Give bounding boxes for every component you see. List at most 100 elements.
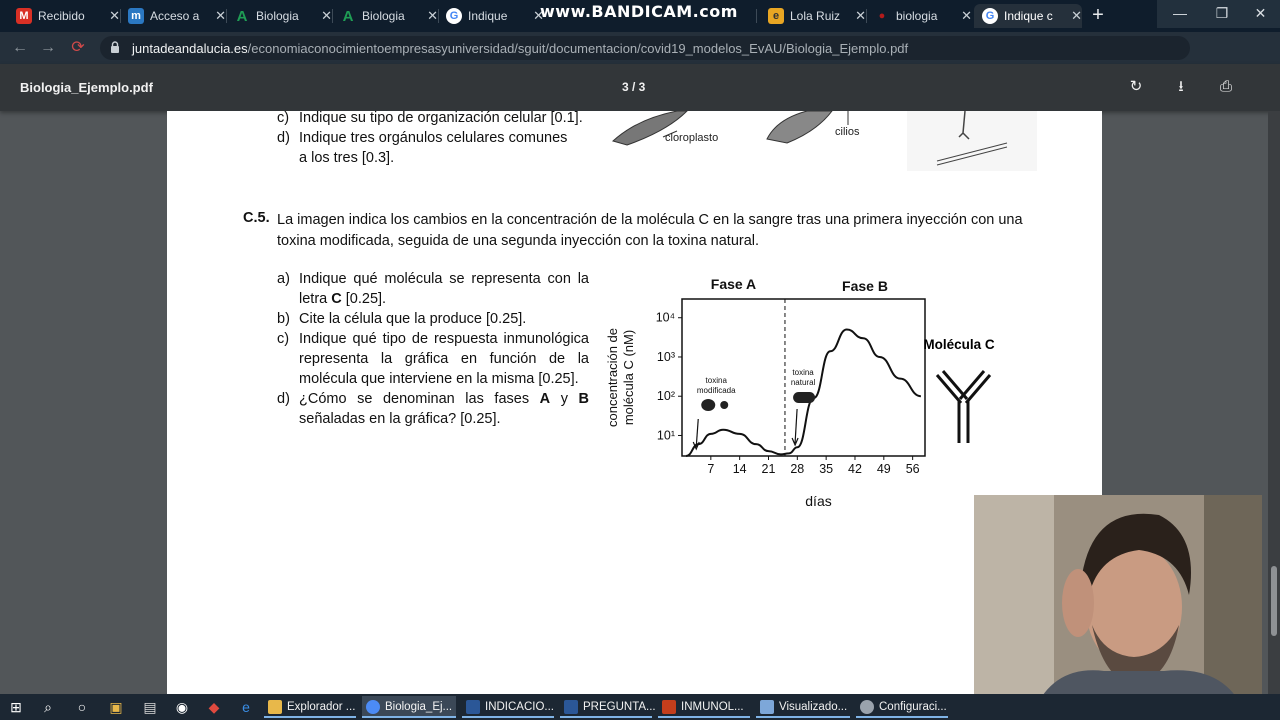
tab-label: biologia	[896, 9, 938, 23]
app-icon[interactable]: ◆	[204, 698, 224, 716]
y-tick-label: 10³	[657, 350, 675, 364]
browser-tab-bar: M Recibido ✕ m Acceso a ✕ A Biologia ✕ A…	[0, 0, 1280, 32]
start-icon[interactable]: ⊞	[6, 698, 26, 716]
tab-label: Lola Ruiz	[790, 9, 841, 23]
tab-label: Biologia	[256, 9, 299, 23]
taskbar-item-viewer[interactable]: Visualizado...	[756, 696, 850, 718]
download-icon[interactable]: ⭳	[1171, 77, 1191, 97]
cell-illustrations: cloroplasto cilios	[612, 111, 1037, 171]
back-icon[interactable]: ←	[10, 38, 30, 58]
immune-response-figure: 7 14 21 28 35 42 49 56 10¹ 10² 10³ 10⁴ Fase A Fase B c…	[605, 276, 995, 509]
close-icon[interactable]: ✕	[321, 8, 332, 24]
close-icon[interactable]: ✕	[1071, 8, 1082, 24]
google-icon: G	[446, 8, 462, 24]
x-tick-label: 56	[906, 462, 920, 476]
antibody-diagram: Molécula C	[923, 337, 995, 443]
subquestion-b: b) Cite la célula que la produce [0.25].	[277, 309, 597, 329]
x-tick-label: 35	[819, 462, 833, 476]
new-tab-button[interactable]: +	[1086, 4, 1110, 28]
cortana-icon[interactable]: ○	[72, 698, 92, 716]
web-icon: e	[768, 8, 784, 24]
taskbar-item-settings[interactable]: Configuraci...	[856, 696, 948, 718]
tab-biologia-2[interactable]: A Biologia ✕	[332, 4, 438, 28]
item-text: Indique su tipo de organización celular …	[299, 110, 583, 126]
edge-icon[interactable]: e	[236, 698, 256, 716]
taskbar-item-word-2[interactable]: PREGUNTA...	[560, 696, 656, 718]
injection-arrow-1	[695, 418, 699, 448]
x-tick-label: 42	[848, 462, 862, 476]
close-icon[interactable]: ✕	[427, 8, 438, 24]
x-tick-label: 14	[733, 462, 747, 476]
toxin-modified-icon	[720, 401, 729, 409]
prev-question: c) Indique su tipo de organización celul…	[277, 108, 597, 168]
annotation-toxina-natural-line2: natural	[791, 378, 816, 387]
url-domain: juntadeandalucia.es	[132, 41, 248, 56]
close-icon[interactable]: ✕	[961, 8, 972, 24]
pdf-page: c) Indique su tipo de organización celul…	[167, 108, 1102, 696]
item-label: c)	[277, 331, 290, 347]
y-tick-label: 10²	[657, 389, 675, 403]
tab-label: Recibido	[38, 9, 85, 23]
page-indicator: 3 / 3	[622, 80, 646, 94]
maximize-button[interactable]: ❐	[1199, 0, 1245, 28]
tab-indique-active[interactable]: G Indique c ✕	[974, 4, 1082, 28]
scrollbar[interactable]	[1268, 111, 1280, 696]
tab-recibido[interactable]: M Recibido ✕	[8, 4, 120, 28]
taskbar-item-word-1[interactable]: INDICACIO...	[462, 696, 554, 718]
subquestion-c: c) Indique qué tipo de respuesta inmunol…	[277, 329, 597, 389]
y-tick-label: 10¹	[657, 428, 675, 442]
gmail-icon: M	[16, 8, 32, 24]
line-chart: 7 14 21 28 35 42 49 56 10¹ 10² 10³ 10⁴ Fase A Fase B c…	[605, 276, 926, 509]
webcam-video-frame	[974, 495, 1262, 711]
tab-label: Indique c	[1004, 9, 1053, 23]
item-label: c)	[277, 110, 290, 126]
item-text: Indique qué molécula se representa con l…	[299, 271, 589, 307]
forward-icon[interactable]: →	[38, 38, 58, 58]
reload-icon[interactable]: ⟳	[68, 38, 88, 58]
tab-lola-ruiz[interactable]: e Lola Ruiz ✕	[760, 4, 866, 28]
rotate-icon[interactable]: ↻	[1126, 77, 1146, 97]
scrollbar-thumb[interactable]	[1271, 566, 1277, 636]
powerpoint-icon	[662, 700, 676, 714]
url-path: /economiaconocimientoempresasyuniversida…	[247, 41, 909, 56]
store-icon[interactable]: ▤	[140, 698, 160, 716]
annotation-toxina-natural: toxina	[792, 368, 814, 377]
cloroplasto-label: cloroplasto	[665, 132, 718, 144]
close-window-button[interactable]: ✕	[1241, 0, 1280, 28]
taskbar-item-explorer[interactable]: Explorador ...	[264, 696, 356, 718]
search-icon[interactable]: ⌕	[38, 698, 58, 716]
item-text: Indique qué tipo de respuesta inmunológi…	[299, 331, 589, 387]
annotation-toxina-modificada: toxina	[706, 376, 728, 385]
url-field[interactable]: juntadeandalucia.es/economiaconocimiento…	[100, 36, 1190, 60]
minimize-button[interactable]: —	[1157, 0, 1203, 28]
print-icon[interactable]: ⎙	[1216, 77, 1236, 97]
taskbar-item-chrome[interactable]: Biologia_Ej...	[362, 696, 456, 718]
google-icon: G	[982, 8, 998, 24]
word-icon	[466, 700, 480, 714]
molecule-c-label: Molécula C	[923, 337, 995, 352]
tab-acceso[interactable]: m Acceso a ✕	[120, 4, 226, 28]
chrome-icon[interactable]: ◉	[172, 698, 192, 716]
item-label: d)	[277, 130, 290, 146]
close-icon[interactable]: ✕	[215, 8, 226, 24]
phase-b-label: Fase B	[842, 278, 888, 294]
address-bar: ← → ⟳ juntadeandalucia.es/economiaconoci…	[0, 32, 1280, 89]
close-icon[interactable]: ✕	[855, 8, 866, 24]
x-tick-label: 28	[790, 462, 804, 476]
close-icon[interactable]: ✕	[109, 8, 120, 24]
moodle-icon: m	[128, 8, 144, 24]
y-tick-label: 10⁴	[656, 311, 675, 325]
item-text: ¿Cómo se denominan las fases A y B señal…	[299, 391, 589, 427]
tab-indique-1[interactable]: G Indique ✕	[438, 4, 544, 28]
tab-biologia-3[interactable]: ● biologia ✕	[866, 4, 972, 28]
pdf-title: Biologia_Ejemplo.pdf	[20, 80, 153, 95]
subquestion-d: d) ¿Cómo se denominan las fases A y B se…	[277, 389, 597, 429]
andalucia-icon: A	[342, 7, 354, 25]
tab-biologia-1[interactable]: A Biologia ✕	[226, 4, 332, 28]
taskbar-item-powerpoint[interactable]: INMUNOL...	[658, 696, 750, 718]
pdf-toolbar: Biologia_Ejemplo.pdf 3 / 3 ↻ ⭳ ⎙	[0, 64, 1280, 111]
injection-arrow-2	[794, 408, 798, 444]
tab-label: Acceso a	[150, 9, 200, 23]
annotation-toxina-modificada-line2: modificada	[697, 386, 736, 395]
app-icon[interactable]: ▣	[106, 698, 126, 716]
